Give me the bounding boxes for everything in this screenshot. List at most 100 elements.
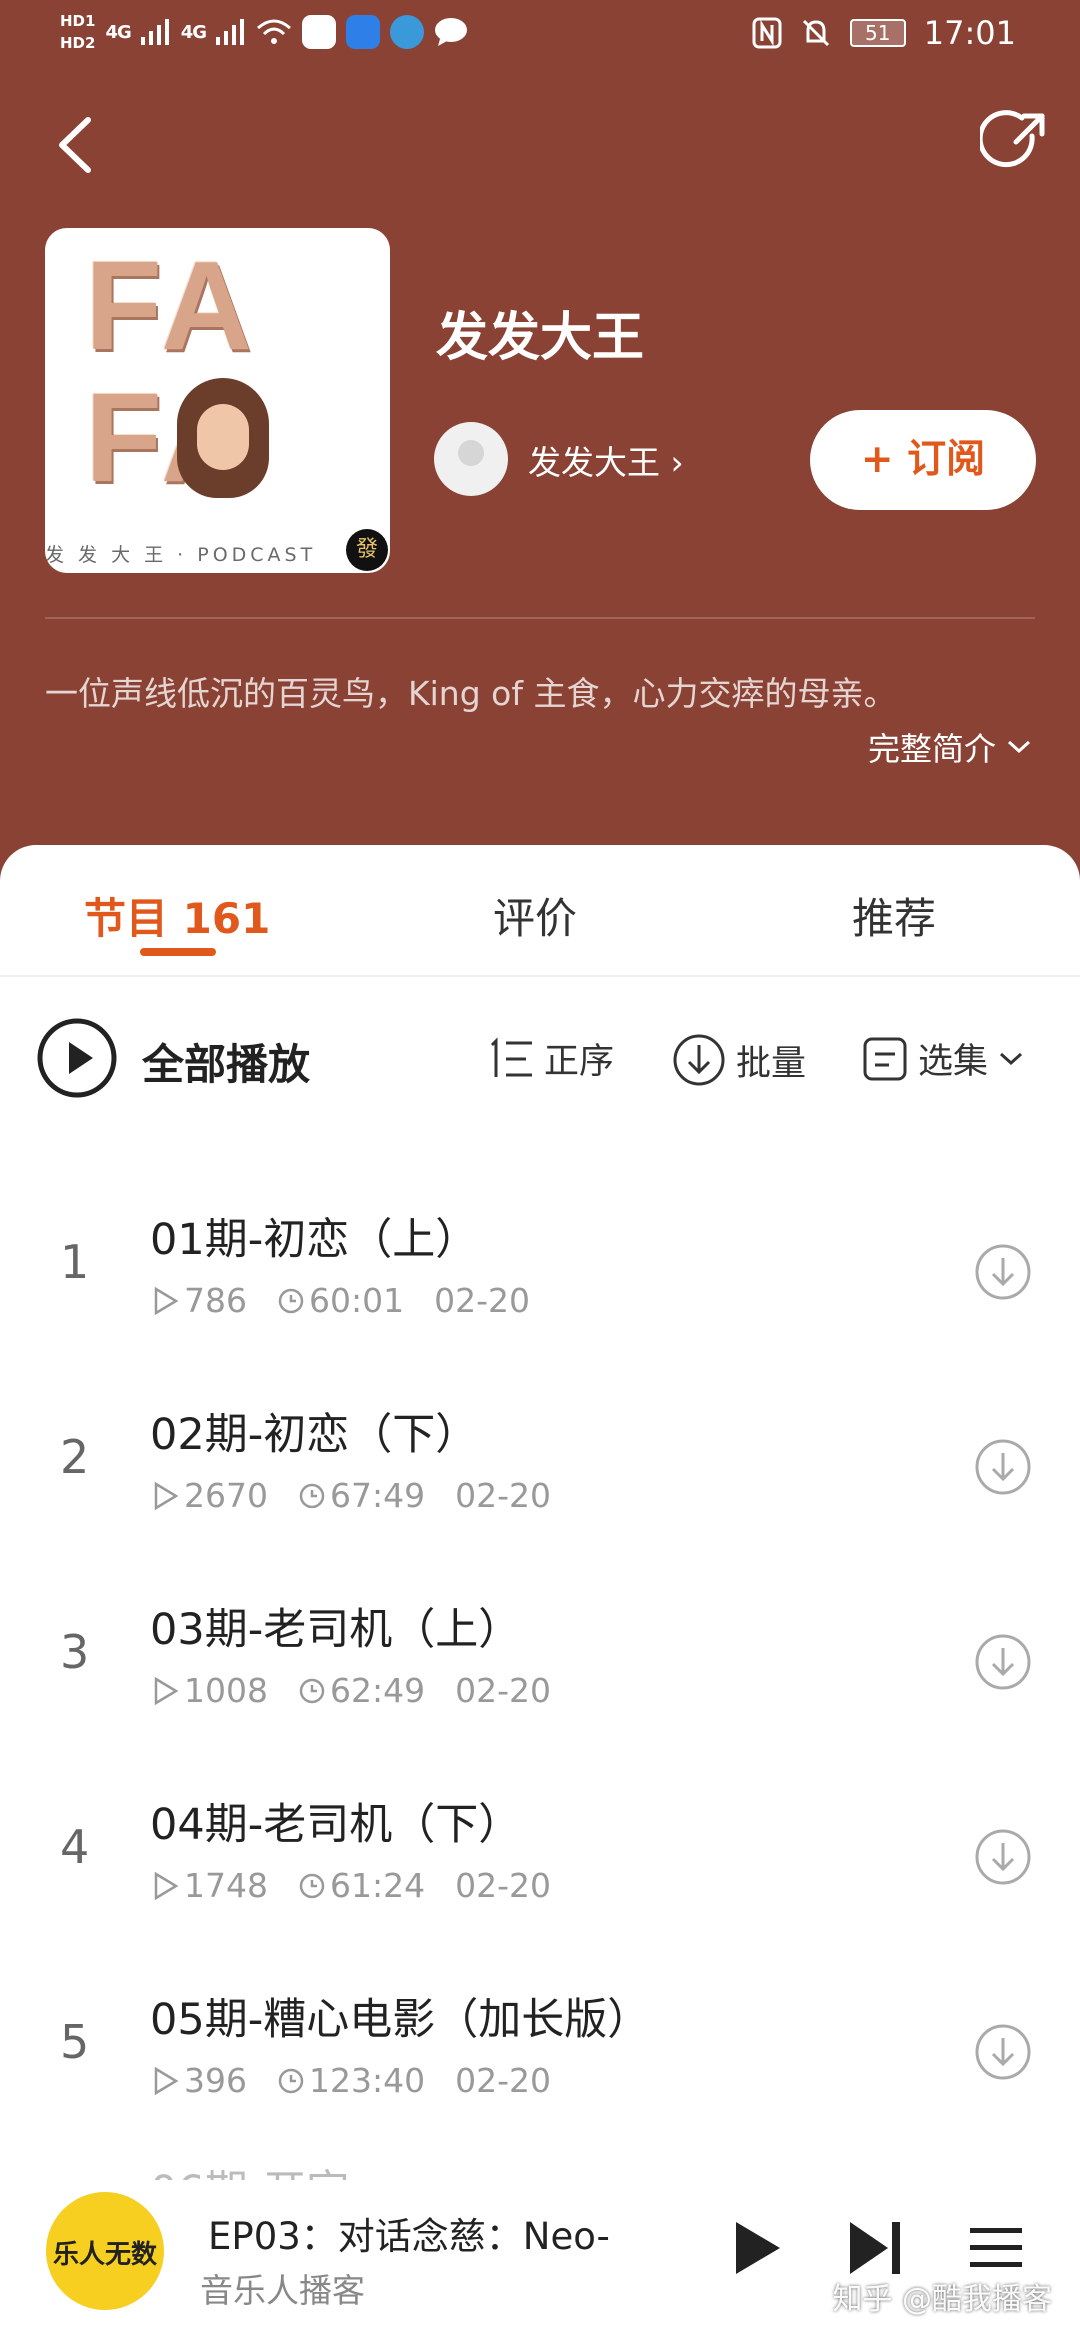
play-circle-icon[interactable] [36, 1017, 118, 1099]
content-panel: 节目 161 评价 推荐 全部播放 正序 批量 选集 1 01期-初恋（上） 7… [0, 845, 1080, 2340]
podcast-description: 一位声线低沉的百灵鸟，King of 主食，心力交瘁的母亲。 [45, 674, 897, 713]
chevron-down-icon [1007, 740, 1031, 754]
shield-app-icon [346, 15, 381, 49]
episode-date: 02-20 [455, 1671, 551, 1710]
clock: 17:01 [923, 14, 1016, 52]
tab-episodes-label: 节目 [84, 894, 169, 943]
download-icon[interactable] [974, 1438, 1032, 1496]
play-count: 396 [184, 2061, 247, 2100]
silent-bell-icon [802, 19, 829, 47]
download-circle-icon [673, 1034, 725, 1086]
play-count-icon [154, 1871, 179, 1900]
episode-title: 04期-老司机（下） [150, 1800, 522, 1850]
tab-episodes-count: 161 [182, 894, 271, 943]
play-all-button[interactable]: 全部播放 [142, 1031, 310, 1092]
download-icon[interactable] [974, 1243, 1032, 1301]
active-tab-indicator [140, 948, 216, 956]
episode-row[interactable]: 1 01期-初恋（上） 786 60:01 02-20 [0, 1175, 1080, 1370]
next-track-icon[interactable] [842, 2214, 910, 2282]
host-link[interactable]: 发发大王 › [528, 436, 684, 484]
select-label: 选集 [918, 1042, 989, 1082]
play-count-icon [154, 2066, 179, 2095]
status-bar: HD1 HD2 4G 4G 51 17:01 [0, 0, 1080, 76]
play-count: 1748 [184, 1866, 268, 1905]
episode-duration: 67:49 [329, 1476, 426, 1515]
play-count-icon [154, 1481, 179, 1510]
player-cover[interactable]: 乐人无数 [46, 2192, 164, 2310]
batch-download-button[interactable]: 批量 [672, 1033, 806, 1087]
back-arrow-icon[interactable] [48, 110, 104, 180]
tab-episodes[interactable]: 节目 161 [84, 885, 270, 946]
download-icon[interactable] [974, 2023, 1032, 2081]
host-avatar[interactable] [434, 422, 508, 496]
player-cover-text: 乐人无数 [52, 2240, 157, 2270]
cover-caption: 发 发 大 王 · PODCAST [45, 544, 317, 566]
episode-index: 3 [60, 1625, 90, 1679]
status-left: HD1 HD2 4G 4G [60, 10, 468, 54]
podcast-header: HD1 HD2 4G 4G 51 17:01 FA FA 发 发 大 王 · P… [0, 0, 1080, 900]
sort-order-label: 正序 [544, 1042, 615, 1082]
podcast-cover[interactable]: FA FA 发 发 大 王 · PODCAST 發 [45, 228, 390, 573]
cover-seal: 發 [346, 529, 388, 571]
play-count: 1008 [184, 1671, 268, 1710]
sort-order-button[interactable]: 正序 [486, 1033, 614, 1084]
podcast-title: 发发大王 [436, 308, 645, 368]
list-box-icon [863, 1037, 907, 1080]
mini-player[interactable]: 乐人无数 EP03：对话念慈：Neo- 音乐人播客 知乎 @酷我播客 [0, 2180, 1080, 2340]
clock-icon [299, 1483, 325, 1508]
episode-meta: 786 60:01 02-20 [152, 1281, 530, 1320]
episode-meta: 2670 67:49 02-20 [152, 1476, 551, 1515]
download-icon[interactable] [974, 1633, 1032, 1691]
play-icon[interactable] [722, 2214, 790, 2282]
episode-date: 02-20 [455, 1866, 551, 1905]
episode-row[interactable]: 5 05期-糟心电影（加长版） 396 123:40 02-20 [0, 1955, 1080, 2150]
battery-indicator: 51 [849, 19, 906, 47]
nfc-icon [752, 17, 782, 49]
cover-portrait [177, 378, 269, 498]
tab-bar: 节目 161 评价 推荐 [0, 845, 1080, 977]
signal-bars-1-icon [140, 19, 169, 45]
wifi-icon [257, 19, 292, 44]
full-intro-toggle[interactable]: 完整简介 [868, 724, 1032, 770]
hd2-label: HD2 [60, 34, 96, 52]
select-episodes-button[interactable]: 选集 [862, 1033, 1024, 1084]
play-count-icon [154, 1286, 179, 1315]
share-icon[interactable] [980, 108, 1050, 178]
tab-reviews[interactable]: 评价 [493, 885, 577, 946]
clock-icon [278, 2068, 304, 2093]
episode-duration: 62:49 [329, 1671, 426, 1710]
clock-icon [299, 1678, 325, 1703]
episode-date: 02-20 [455, 1476, 551, 1515]
download-icon[interactable] [974, 1828, 1032, 1886]
sort-order-icon [490, 1036, 532, 1077]
status-right: 51 17:01 [752, 14, 1016, 52]
playlist-icon[interactable] [962, 2214, 1030, 2282]
batch-label: 批量 [736, 1043, 807, 1084]
episode-duration: 123:40 [309, 2061, 426, 2100]
tab-recommend[interactable]: 推荐 [852, 885, 936, 946]
episode-title: 02期-初恋（下） [150, 1410, 479, 1460]
full-intro-label: 完整简介 [867, 730, 996, 768]
episode-title: 01期-初恋（上） [150, 1215, 479, 1265]
episode-index: 5 [60, 2015, 90, 2069]
episode-date: 02-20 [434, 1281, 530, 1320]
episode-title: 03期-老司机（上） [150, 1605, 522, 1655]
episode-meta: 1748 61:24 02-20 [152, 1866, 551, 1905]
browser-app-icon [390, 15, 425, 49]
episode-row[interactable]: 3 03期-老司机（上） 1008 62:49 02-20 [0, 1565, 1080, 1760]
episode-duration: 60:01 [309, 1281, 405, 1320]
subscribe-button[interactable]: + 订阅 [810, 410, 1036, 510]
hd1-label: HD1 [60, 12, 96, 30]
player-subtitle: 音乐人播客 [200, 2271, 365, 2310]
player-title: EP03：对话念慈：Neo- [208, 2215, 610, 2258]
clock-icon [299, 1873, 325, 1898]
episode-row[interactable]: 2 02期-初恋（下） 2670 67:49 02-20 [0, 1370, 1080, 1565]
chevron-down-icon [1000, 1052, 1023, 1065]
episode-toolbar: 全部播放 正序 批量 选集 [0, 1005, 1080, 1105]
signal-2-label: 4G [180, 21, 207, 43]
episode-duration: 61:24 [329, 1866, 426, 1905]
episode-row[interactable]: 4 04期-老司机（下） 1748 61:24 02-20 [0, 1760, 1080, 1955]
episode-index: 1 [60, 1235, 90, 1289]
signal-1-label: 4G [105, 21, 131, 43]
watermark: 知乎 @酷我播客 [832, 2282, 1052, 2317]
